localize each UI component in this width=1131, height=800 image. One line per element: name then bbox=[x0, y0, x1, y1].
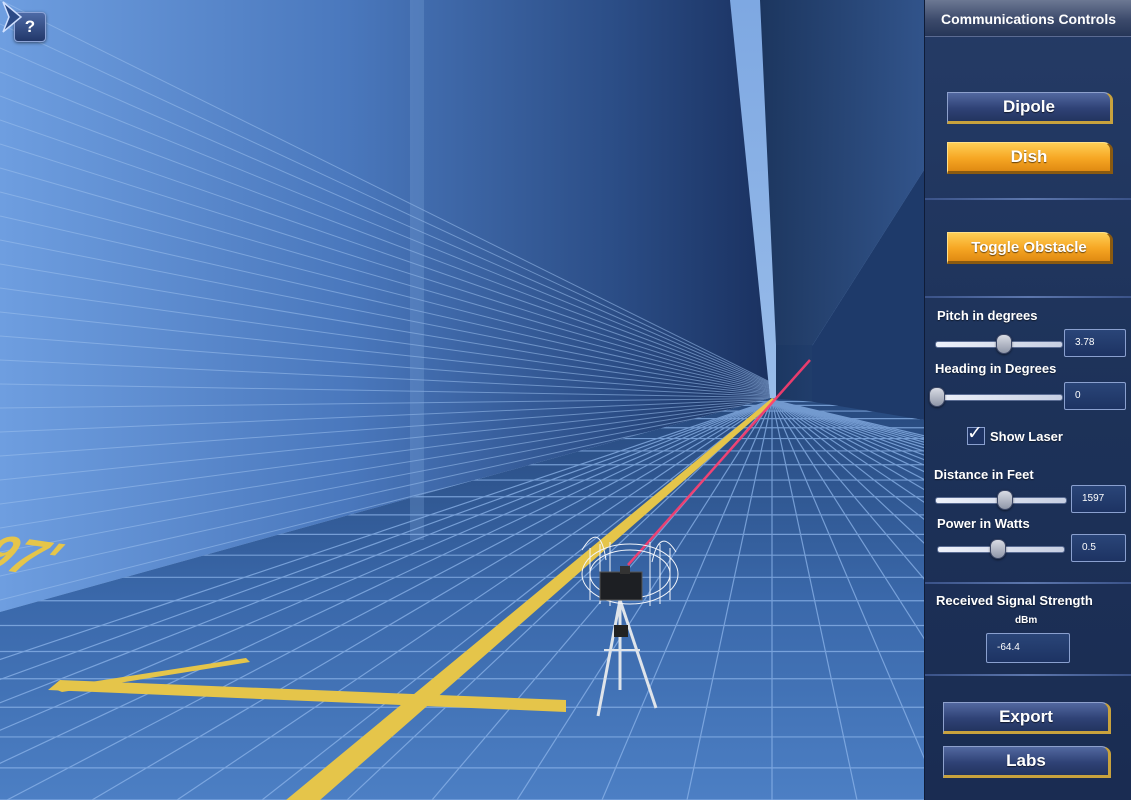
panel-title: Communications Controls bbox=[925, 0, 1131, 37]
heading-label: Heading in Degrees bbox=[935, 361, 1057, 376]
pitch-slider-thumb[interactable] bbox=[995, 334, 1012, 354]
signal-unit-label: dBm bbox=[1015, 615, 1038, 626]
pitch-label: Pitch in degrees bbox=[937, 308, 1038, 323]
show-laser-checkbox[interactable]: ✓ Show Laser bbox=[967, 423, 1063, 445]
distance-label: Distance in Feet bbox=[934, 467, 1034, 482]
power-label: Power in Watts bbox=[937, 516, 1030, 531]
signal-strength-label: Received Signal Strength bbox=[936, 593, 1093, 608]
checkbox-box[interactable]: ✓ bbox=[967, 423, 985, 445]
show-laser-label: Show Laser bbox=[990, 428, 1063, 444]
labs-button[interactable]: Labs bbox=[943, 746, 1111, 778]
scene-canvas: 1597' bbox=[0, 0, 924, 800]
pitch-slider[interactable] bbox=[935, 334, 1063, 354]
distance-slider[interactable] bbox=[935, 490, 1067, 510]
power-slider[interactable] bbox=[937, 539, 1065, 559]
checkmark-icon: ✓ bbox=[967, 423, 983, 444]
divider bbox=[925, 582, 1131, 584]
communications-controls-panel: Communications Controls Dipole Dish Togg… bbox=[924, 0, 1131, 800]
distance-slider-thumb[interactable] bbox=[996, 490, 1013, 510]
toggle-obstacle-button[interactable]: Toggle Obstacle bbox=[947, 232, 1113, 264]
heading-slider-thumb[interactable] bbox=[929, 387, 945, 407]
pitch-value-field[interactable]: 3.78 bbox=[1064, 329, 1126, 357]
divider bbox=[925, 198, 1131, 200]
power-slider-thumb[interactable] bbox=[990, 539, 1007, 559]
signal-strength-value: -64.4 bbox=[986, 633, 1070, 663]
simulation-viewport[interactable]: 1597' ? bbox=[0, 0, 924, 800]
power-value-field[interactable]: 0.5 bbox=[1071, 534, 1126, 562]
heading-value-field[interactable]: 0 bbox=[1064, 382, 1126, 410]
panel-collapse-arrow-icon[interactable] bbox=[0, 0, 24, 34]
dish-button[interactable]: Dish bbox=[947, 142, 1113, 174]
distance-value-field[interactable]: 1597 bbox=[1071, 485, 1126, 513]
divider bbox=[925, 296, 1131, 298]
divider bbox=[925, 674, 1131, 676]
export-button[interactable]: Export bbox=[943, 702, 1111, 734]
dipole-button[interactable]: Dipole bbox=[947, 92, 1113, 124]
heading-slider[interactable] bbox=[929, 387, 1063, 407]
